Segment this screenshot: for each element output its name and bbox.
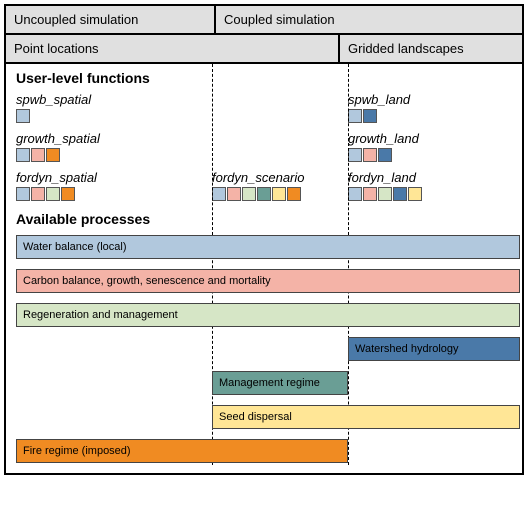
diagram-frame: Uncoupled simulation Coupled simulation … xyxy=(4,4,524,475)
swatch-water xyxy=(348,187,362,201)
swatch-watershed xyxy=(393,187,407,201)
function-name: spwb_land xyxy=(348,92,512,107)
swatch-carbon xyxy=(227,187,241,201)
swatch-watershed xyxy=(378,148,392,162)
swatch-fire xyxy=(61,187,75,201)
process-bar: Seed dispersal xyxy=(212,405,520,429)
process-bar: Fire regime (imposed) xyxy=(16,439,348,463)
function-entry: fordyn_scenario xyxy=(212,166,348,203)
process-bar: Carbon balance, growth, senescence and m… xyxy=(16,269,520,293)
swatch-row xyxy=(348,109,512,123)
swatch-seed xyxy=(408,187,422,201)
function-name: fordyn_spatial xyxy=(16,170,212,185)
function-entry: spwb_land xyxy=(348,88,512,125)
swatch-fire xyxy=(287,187,301,201)
function-name: fordyn_land xyxy=(348,170,512,185)
header-row-1: Uncoupled simulation Coupled simulation xyxy=(6,6,522,35)
process-bar: Watershed hydrology xyxy=(348,337,520,361)
swatch-row xyxy=(348,148,512,162)
divider-2 xyxy=(348,64,349,235)
swatch-row xyxy=(16,109,212,123)
swatch-carbon xyxy=(31,187,45,201)
function-entry: spwb_spatial xyxy=(16,88,212,125)
hdr-gridded: Gridded landscapes xyxy=(338,35,522,62)
swatch-row xyxy=(212,187,348,201)
swatch-seed xyxy=(272,187,286,201)
swatch-carbon xyxy=(363,187,377,201)
process-bars: Water balance (local) Carbon balance, gro… xyxy=(16,235,520,467)
process-bar: Water balance (local) xyxy=(16,235,520,259)
processes-area: Water balance (local) Carbon balance, gro… xyxy=(6,235,522,473)
process-bar: Regeneration and management xyxy=(16,303,520,327)
swatch-fire xyxy=(46,148,60,162)
col-uncoupled-point: spwb_spatial growth_spatial fordyn_spatial xyxy=(16,88,212,203)
swatch-regen xyxy=(378,187,392,201)
col-coupled-point: fordyn_scenario xyxy=(212,88,348,203)
divider-1 xyxy=(212,64,213,235)
swatch-water xyxy=(16,148,30,162)
header-row-2: Point locations Gridded landscapes xyxy=(6,35,522,64)
function-entry: growth_land xyxy=(348,127,512,164)
swatch-watershed xyxy=(363,109,377,123)
functions-body: User-level functions spwb_spatial growth_… xyxy=(6,64,522,235)
user-functions-title: User-level functions xyxy=(16,70,512,86)
swatch-mgmt xyxy=(257,187,271,201)
col-gridded: spwb_land growth_land fordyn_land xyxy=(348,88,512,203)
swatch-regen xyxy=(242,187,256,201)
swatch-carbon xyxy=(363,148,377,162)
hdr-coupled: Coupled simulation xyxy=(214,6,522,35)
swatch-row xyxy=(16,148,212,162)
process-bar: Management regime xyxy=(212,371,348,395)
swatch-row xyxy=(16,187,212,201)
swatch-water xyxy=(348,109,362,123)
swatch-water xyxy=(16,109,30,123)
function-name: growth_spatial xyxy=(16,131,212,146)
swatch-water xyxy=(16,187,30,201)
processes-title: Available processes xyxy=(16,211,512,227)
function-entry: growth_spatial xyxy=(16,127,212,164)
swatch-carbon xyxy=(31,148,45,162)
swatch-row xyxy=(348,187,512,201)
swatch-regen xyxy=(46,187,60,201)
hdr-uncoupled: Uncoupled simulation xyxy=(6,6,214,35)
function-name: fordyn_scenario xyxy=(212,170,348,185)
hdr-point: Point locations xyxy=(6,35,338,62)
function-name: spwb_spatial xyxy=(16,92,212,107)
swatch-water xyxy=(348,148,362,162)
swatch-water xyxy=(212,187,226,201)
function-name: growth_land xyxy=(348,131,512,146)
function-entry: fordyn_land xyxy=(348,166,512,203)
function-entry: fordyn_spatial xyxy=(16,166,212,203)
